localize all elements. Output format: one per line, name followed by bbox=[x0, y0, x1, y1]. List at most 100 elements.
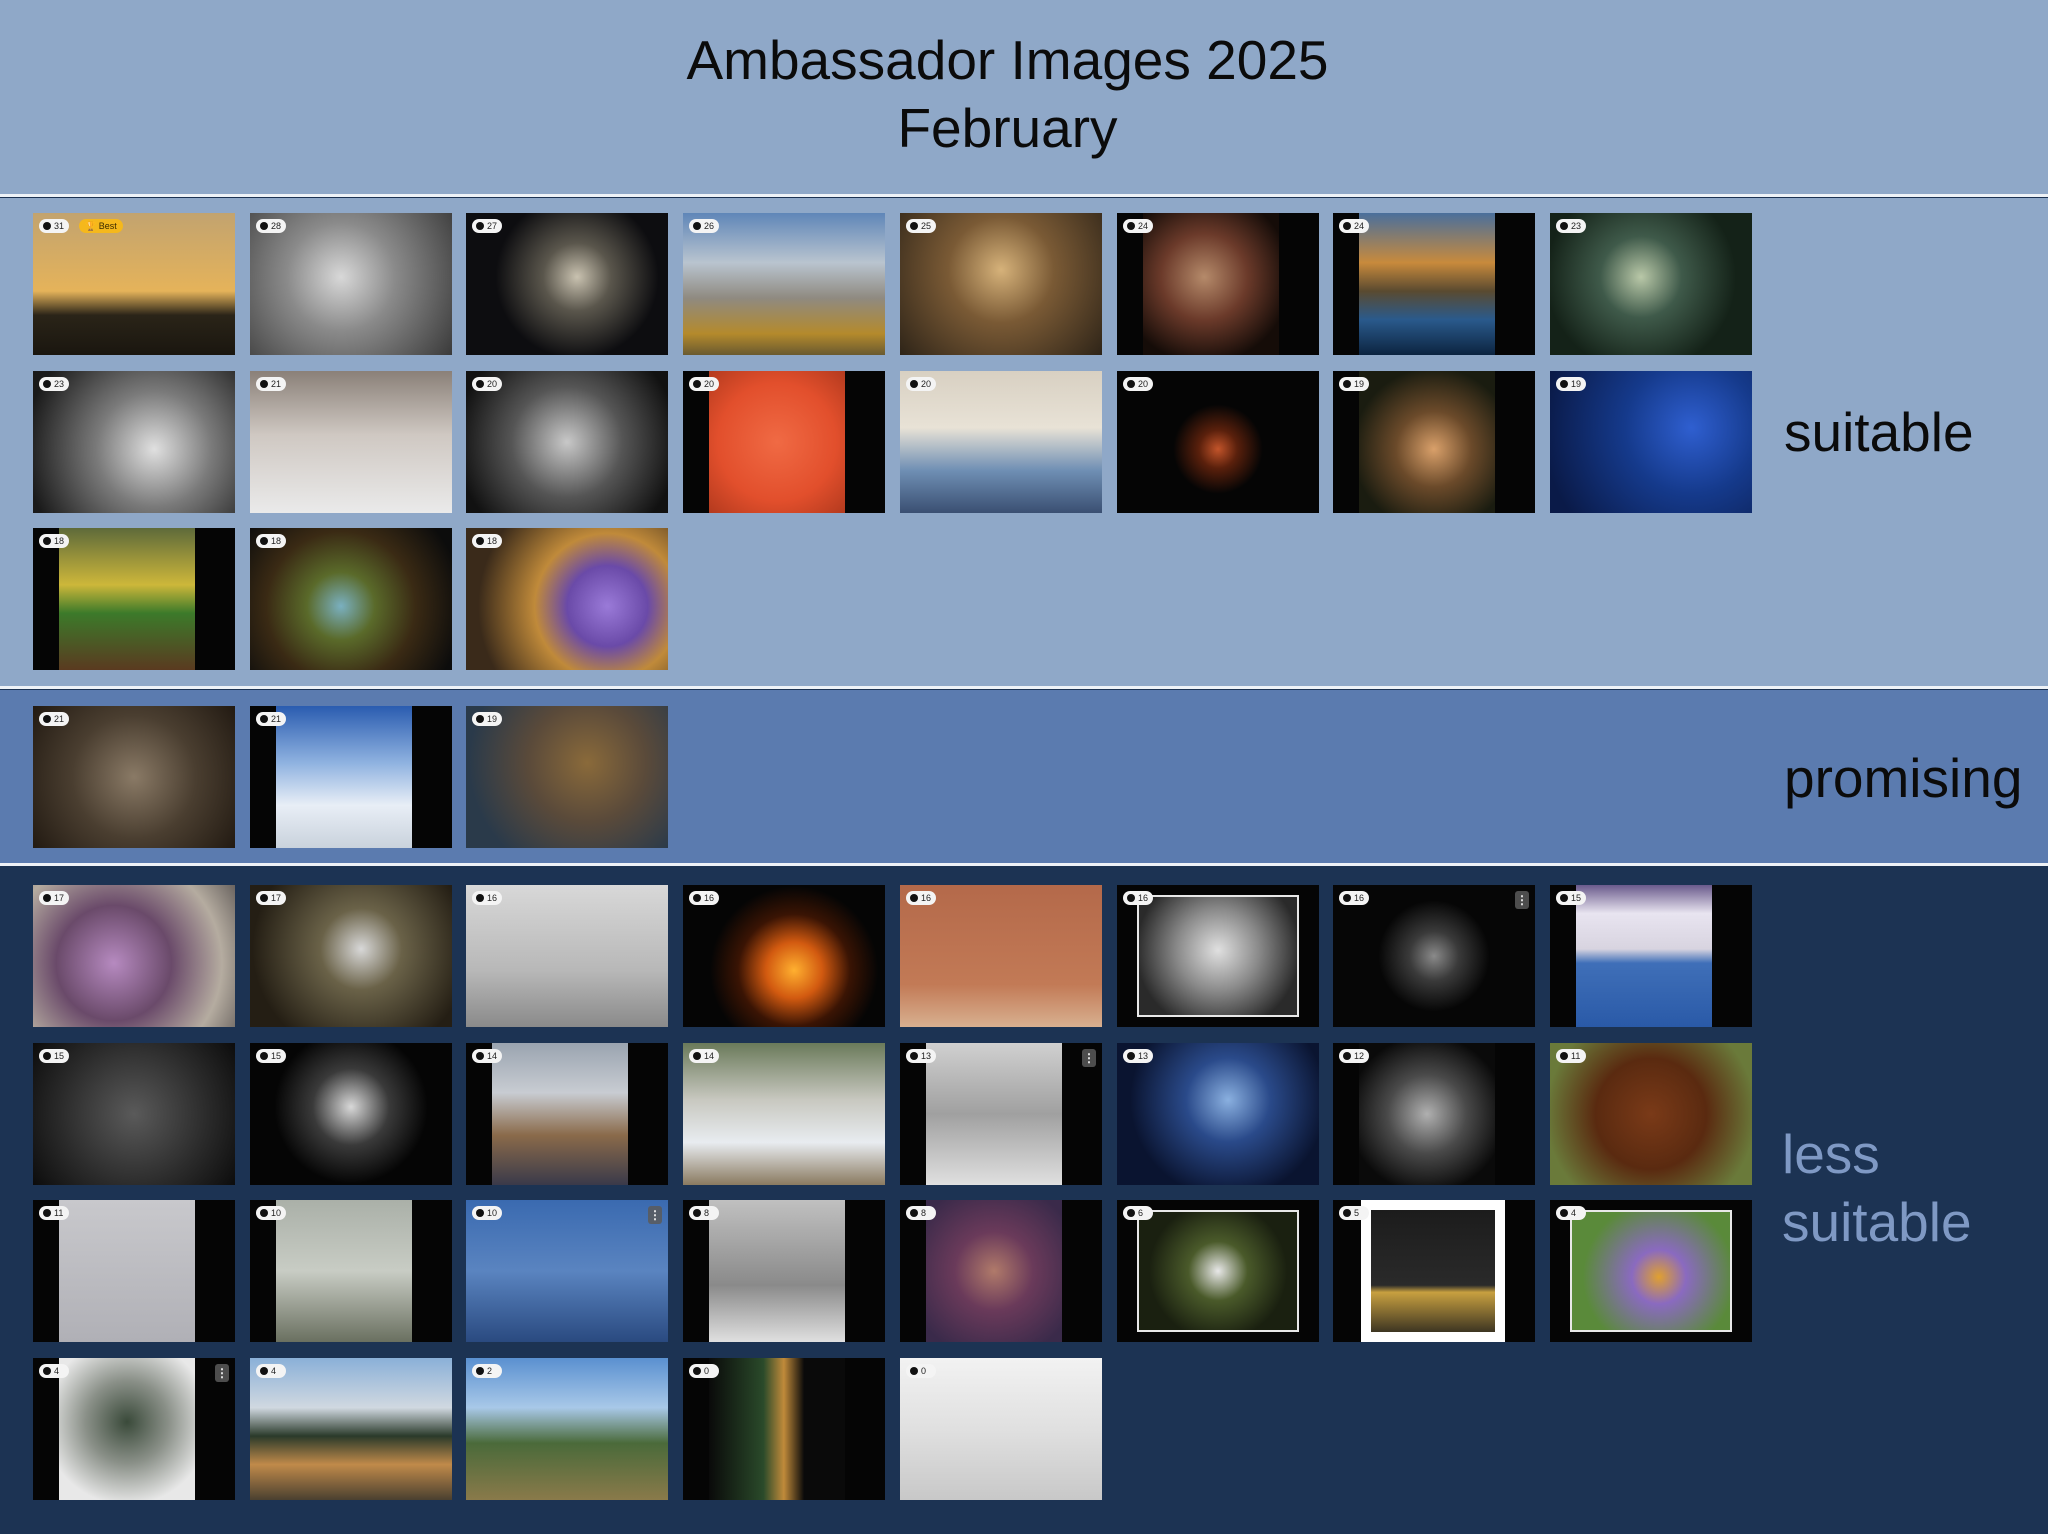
score-value: 16 bbox=[921, 893, 932, 903]
photo-thumbnail-sunset-runner[interactable]: 31 🏆 Best bbox=[33, 213, 235, 355]
photo-image bbox=[33, 371, 235, 513]
more-options-icon[interactable]: ⋮ bbox=[215, 1364, 229, 1382]
score-value: 27 bbox=[487, 221, 498, 231]
photo-thumbnail-mountains[interactable]: 26 bbox=[683, 213, 885, 355]
more-options-icon[interactable]: ⋮ bbox=[648, 1206, 662, 1224]
score-badge: 20 bbox=[472, 377, 502, 391]
photo-thumbnail-chairs[interactable]: 8 bbox=[683, 1200, 885, 1342]
photo-thumbnail-lake-boats[interactable]: 24 bbox=[1333, 213, 1535, 355]
photo-thumbnail-waterfall[interactable]: 14 bbox=[683, 1043, 885, 1185]
photo-image bbox=[1550, 371, 1752, 513]
photo-thumbnail-orangutan[interactable]: 11 bbox=[1550, 1043, 1752, 1185]
photo-image bbox=[1550, 1043, 1752, 1185]
vote-dot-icon bbox=[1127, 1209, 1135, 1217]
photo-image bbox=[276, 706, 412, 848]
photo-image bbox=[900, 213, 1102, 355]
photo-thumbnail-winter-reeds[interactable]: 10 bbox=[250, 1200, 452, 1342]
score-badge: 16 bbox=[1123, 891, 1153, 905]
photo-image bbox=[900, 885, 1102, 1027]
photo-thumbnail-nebula[interactable]: 18 bbox=[250, 528, 452, 670]
photo-thumbnail-skater[interactable]: 15 bbox=[250, 1043, 452, 1185]
photo-image bbox=[1550, 213, 1752, 355]
score-badge: 18 bbox=[39, 534, 69, 548]
section-label-promising: promising bbox=[1784, 747, 2023, 809]
score-badge: 6 bbox=[1123, 1206, 1153, 1220]
photo-thumbnail-orange-wall[interactable]: 16 bbox=[900, 885, 1102, 1027]
score-value: 10 bbox=[271, 1208, 282, 1218]
photo-thumbnail-old-man[interactable]: 16 bbox=[1117, 885, 1319, 1027]
score-badge: 20 bbox=[1123, 377, 1153, 391]
photo-thumbnail-snowy-fir[interactable]: 4 ⋮ bbox=[33, 1358, 235, 1500]
photo-thumbnail-fir-ornament[interactable]: 0 bbox=[900, 1358, 1102, 1500]
photo-thumbnail-snow-splash[interactable]: 17 bbox=[250, 885, 452, 1027]
score-badge: 11 bbox=[39, 1206, 69, 1220]
photo-image bbox=[683, 885, 885, 1027]
score-value: 28 bbox=[271, 221, 282, 231]
photo-thumbnail-bee-crocus[interactable]: 18 bbox=[466, 528, 668, 670]
score-value: 16 bbox=[1354, 893, 1365, 903]
photo-thumbnail-deer-room[interactable]: 21 bbox=[33, 706, 235, 848]
photo-thumbnail-canal[interactable]: 20 bbox=[900, 371, 1102, 513]
photo-thumbnail-fire[interactable]: 16 bbox=[683, 885, 885, 1027]
photo-thumbnail-laughing-child[interactable]: 23 bbox=[33, 371, 235, 513]
score-badge: 16 bbox=[906, 891, 936, 905]
photo-thumbnail-open-book[interactable]: 13 bbox=[1117, 1043, 1319, 1185]
score-badge: 0 bbox=[689, 1364, 719, 1378]
photo-thumbnail-swan-child[interactable]: 11 bbox=[33, 1200, 235, 1342]
score-value: 17 bbox=[54, 893, 65, 903]
divider-top bbox=[0, 194, 2048, 197]
photo-thumbnail-village-valley[interactable]: 2 bbox=[466, 1358, 668, 1500]
photo-thumbnail-flamingos[interactable]: 10 ⋮ bbox=[466, 1200, 668, 1342]
photo-thumbnail-dog-snow[interactable]: 21 bbox=[250, 371, 452, 513]
photo-image bbox=[59, 1358, 195, 1500]
photo-image bbox=[683, 213, 885, 355]
photo-thumbnail-dried-flowers[interactable]: 27 bbox=[466, 213, 668, 355]
photo-thumbnail-bee-crocus-2[interactable]: 4 bbox=[1550, 1200, 1752, 1342]
vote-dot-icon bbox=[910, 1367, 918, 1375]
photo-thumbnail-christmas-decor[interactable]: 0 bbox=[683, 1358, 885, 1500]
vote-dot-icon bbox=[1560, 380, 1568, 388]
photo-thumbnail-guitarist[interactable]: 12 bbox=[1333, 1043, 1535, 1185]
photo-thumbnail-glass-rose[interactable]: 23 bbox=[1550, 213, 1752, 355]
photo-thumbnail-abstract-collage[interactable]: 8 bbox=[900, 1200, 1102, 1342]
photo-thumbnail-gallery-room[interactable]: 5 bbox=[1333, 1200, 1535, 1342]
photo-thumbnail-snowdrop[interactable]: 6 bbox=[1117, 1200, 1319, 1342]
photo-thumbnail-fishing-nets[interactable]: 19 bbox=[466, 706, 668, 848]
photo-thumbnail-pineapple[interactable]: 16 ⋮ bbox=[1333, 885, 1535, 1027]
score-value: 8 bbox=[921, 1208, 927, 1218]
photo-thumbnail-ice-tree[interactable]: 21 bbox=[250, 706, 452, 848]
vote-dot-icon bbox=[1560, 1052, 1568, 1060]
photo-thumbnail-door-knockers[interactable]: 15 bbox=[33, 1043, 235, 1185]
vote-dot-icon bbox=[476, 1209, 484, 1217]
photo-thumbnail-french-shop[interactable]: 15 bbox=[1550, 885, 1752, 1027]
photo-thumbnail-arcade[interactable]: 25 bbox=[900, 213, 1102, 355]
photo-thumbnail-girl-costume[interactable]: 24 bbox=[1117, 213, 1319, 355]
score-badge: 21 bbox=[256, 377, 286, 391]
score-value: 18 bbox=[487, 536, 498, 546]
photo-thumbnail-child-portrait[interactable]: 28 bbox=[250, 213, 452, 355]
photo-thumbnail-performer[interactable]: 19 bbox=[1550, 371, 1752, 513]
photo-thumbnail-couple[interactable]: 20 bbox=[466, 371, 668, 513]
photo-thumbnail-candy-spoons[interactable]: 20 bbox=[683, 371, 885, 513]
score-badge: 17 bbox=[256, 891, 286, 905]
score-badge: 24 bbox=[1123, 219, 1153, 233]
photo-thumbnail-tulips[interactable]: 20 bbox=[1117, 371, 1319, 513]
photo-thumbnail-graffiti-kids[interactable]: 16 bbox=[466, 885, 668, 1027]
photo-thumbnail-girl-pigeons[interactable]: 17 bbox=[33, 885, 235, 1027]
photo-thumbnail-street-couple[interactable]: 13 ⋮ bbox=[900, 1043, 1102, 1185]
photo-thumbnail-lovebirds[interactable]: 18 bbox=[33, 528, 235, 670]
more-options-icon[interactable]: ⋮ bbox=[1082, 1049, 1096, 1067]
photo-thumbnail-fox[interactable]: 19 bbox=[1333, 371, 1535, 513]
score-value: 14 bbox=[704, 1051, 715, 1061]
photo-image bbox=[33, 885, 235, 1027]
photo-thumbnail-market-street[interactable]: 14 bbox=[466, 1043, 668, 1185]
photo-thumbnail-pond-sunset[interactable]: 4 bbox=[250, 1358, 452, 1500]
photo-image bbox=[250, 528, 452, 670]
vote-dot-icon bbox=[1343, 894, 1351, 902]
score-value: 4 bbox=[271, 1366, 277, 1376]
more-options-icon[interactable]: ⋮ bbox=[1515, 891, 1529, 909]
page-title: Ambassador Images 2025 bbox=[686, 29, 1329, 91]
score-value: 31 bbox=[54, 221, 65, 231]
vote-dot-icon bbox=[910, 222, 918, 230]
photo-image bbox=[466, 1358, 668, 1500]
